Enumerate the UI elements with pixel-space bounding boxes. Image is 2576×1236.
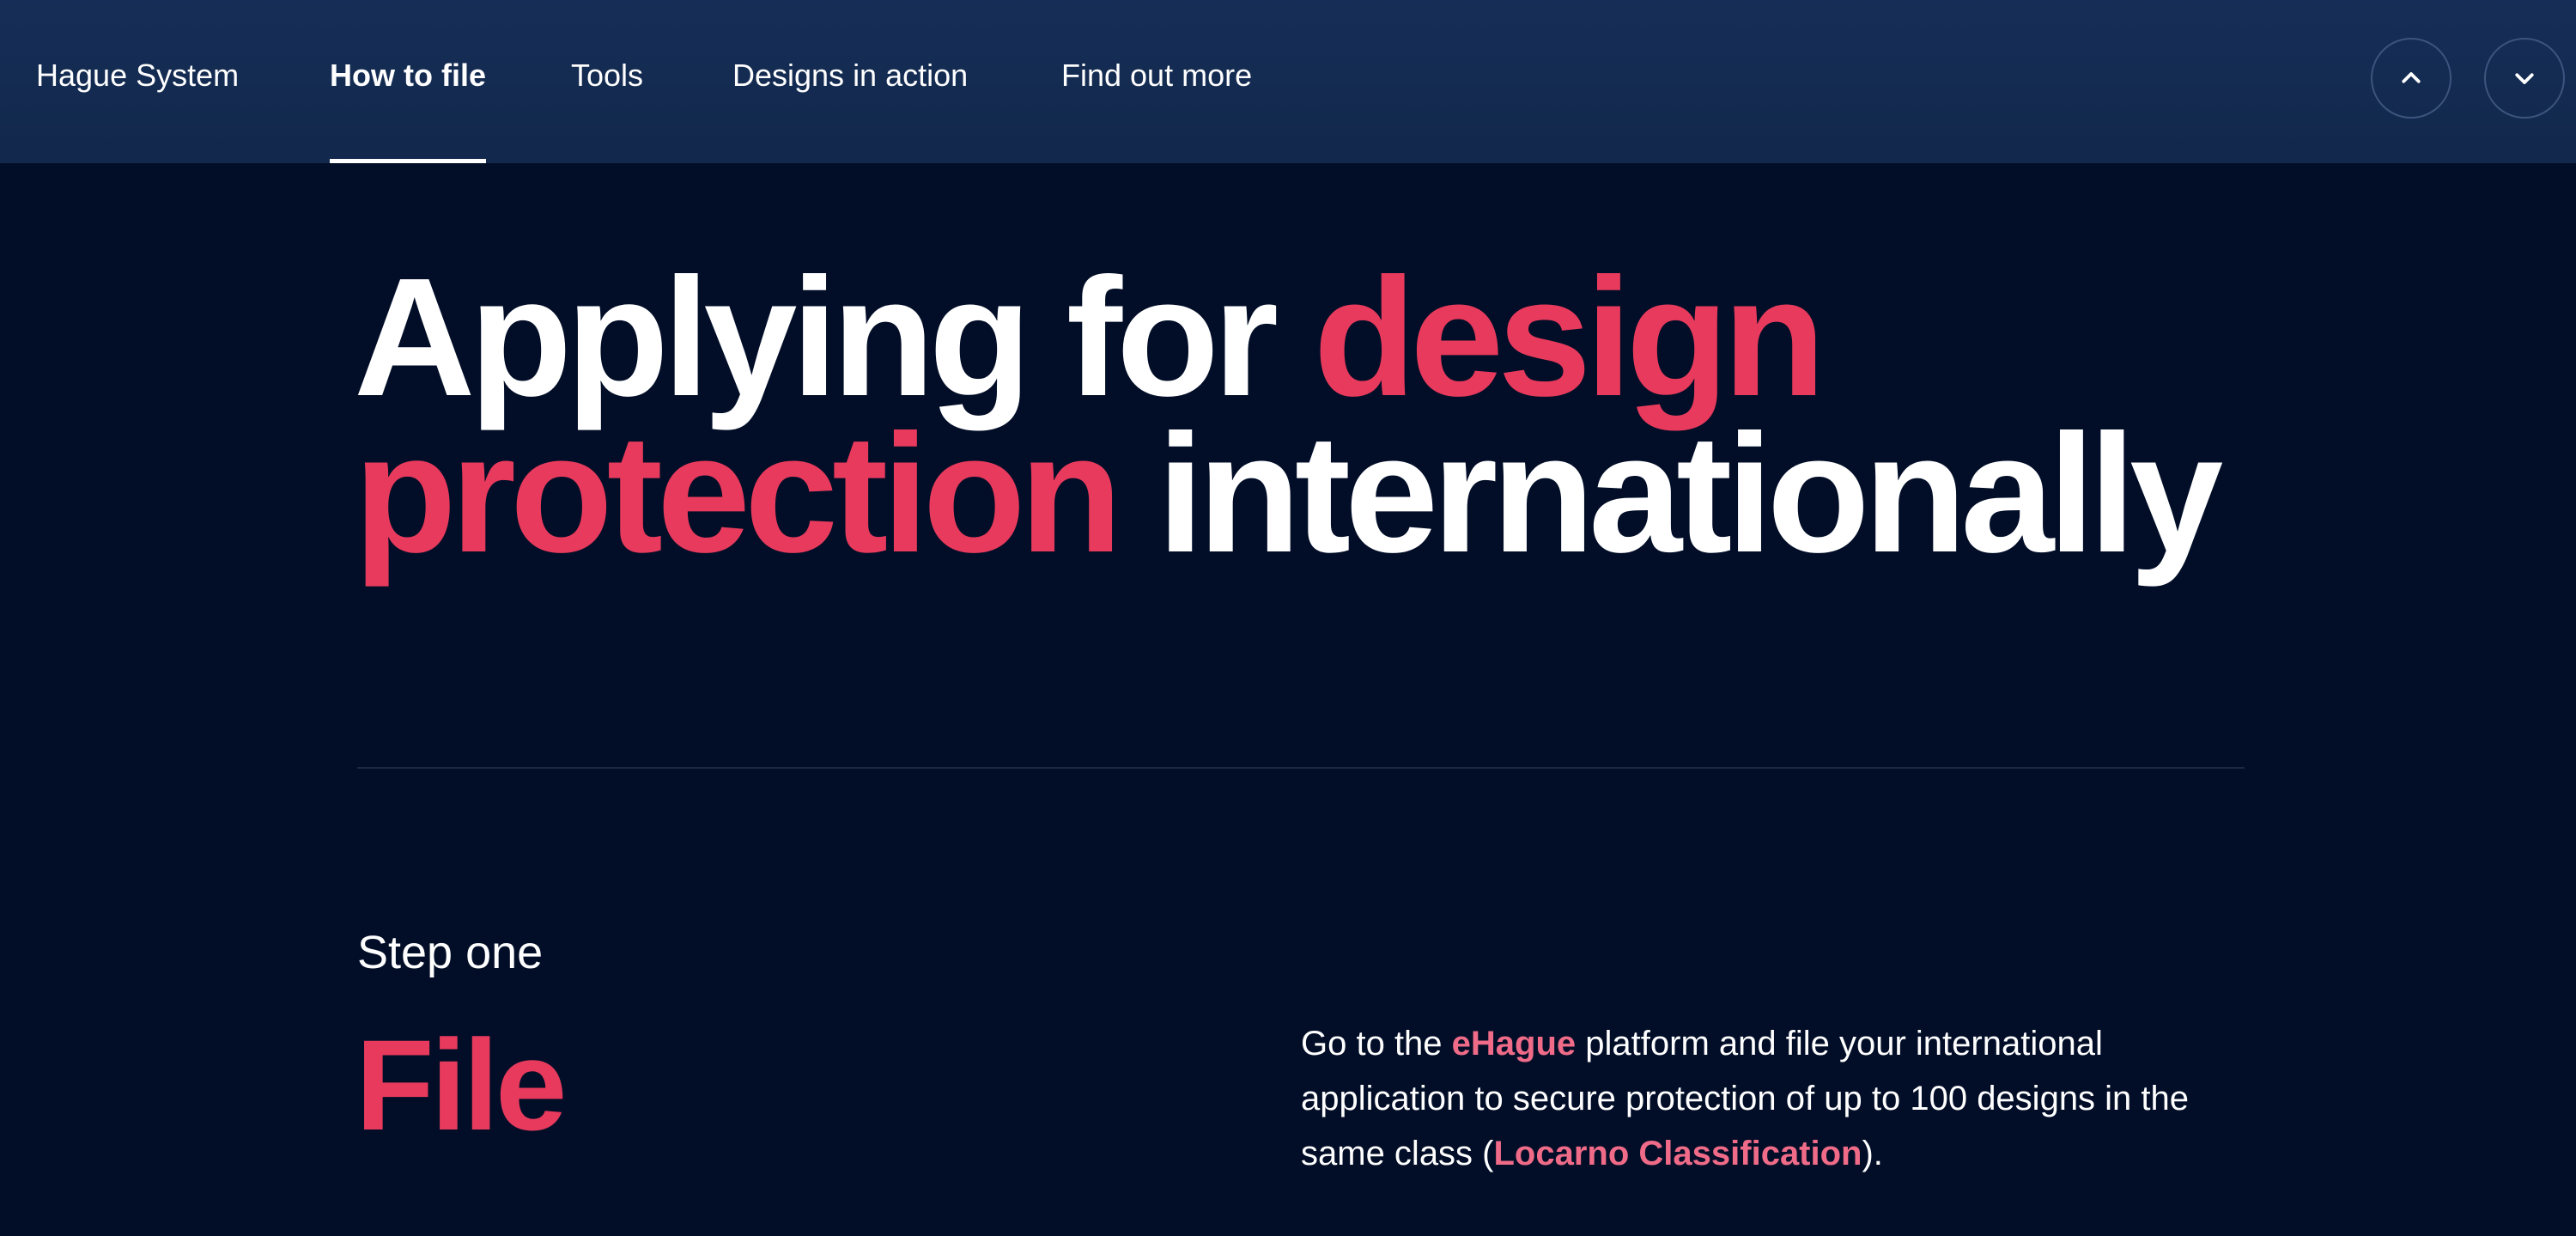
nav-item-hague-system[interactable]: Hague System (36, 0, 239, 163)
page-title-part2: internationally (1116, 399, 2224, 588)
next-section-button[interactable] (2484, 38, 2565, 119)
nav-item-tools[interactable]: Tools (571, 0, 643, 163)
previous-section-button[interactable] (2371, 38, 2451, 119)
nav-item-designs-in-action[interactable]: Designs in action (732, 0, 968, 163)
nav-item-find-out-more[interactable]: Find out more (1061, 0, 1252, 163)
chevron-down-icon (2515, 73, 2534, 84)
locarno-classification-link[interactable]: Locarno Classification (1494, 1135, 1862, 1172)
ehague-link[interactable]: eHague (1452, 1025, 1577, 1062)
chevron-up-icon (2402, 72, 2421, 83)
section-divider (357, 767, 2245, 769)
top-navigation-bar: Hague System How to file Tools Designs i… (0, 0, 2576, 163)
nav-item-how-to-file[interactable]: How to file (330, 0, 486, 163)
step-label: Step one (357, 927, 544, 978)
step-description: Go to the eHague platform and file your … (1301, 1016, 2245, 1181)
step-description-text: ). (1862, 1135, 1883, 1172)
page-title: Applying for design protection internati… (354, 253, 2329, 578)
step-title: File (355, 1013, 567, 1157)
step-description-text: Go to the (1301, 1025, 1452, 1062)
active-tab-indicator (330, 159, 486, 163)
nav-item-label: How to file (330, 58, 486, 93)
